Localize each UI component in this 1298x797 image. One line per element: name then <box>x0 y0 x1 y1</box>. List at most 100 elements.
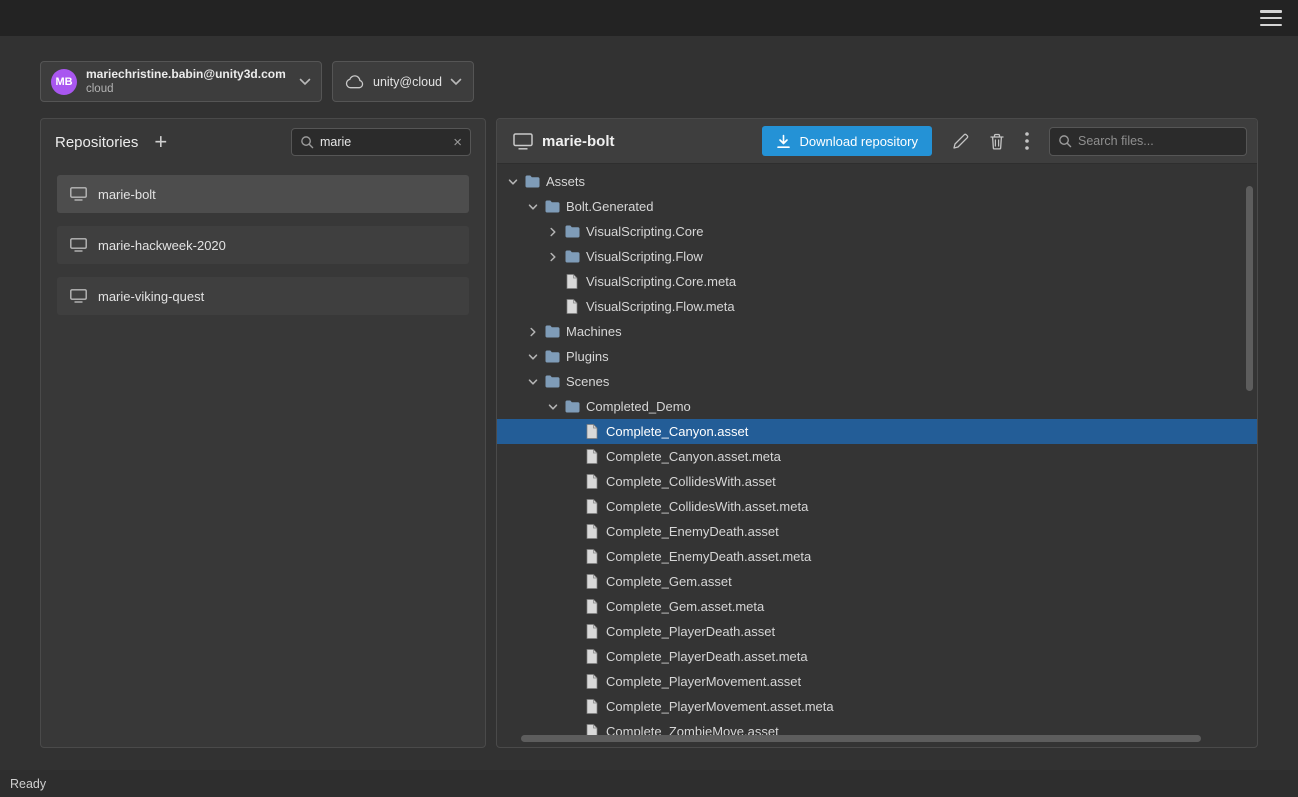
chevron-spacer <box>565 674 581 690</box>
repository-search-input[interactable] <box>320 135 447 149</box>
file-icon <box>583 624 601 639</box>
more-options-icon[interactable] <box>1025 132 1029 150</box>
repo-list-item[interactable]: marie-bolt <box>57 175 469 213</box>
search-icon <box>300 135 314 149</box>
tree-folder-row[interactable]: VisualScripting.Flow <box>497 244 1257 269</box>
chevron-right-icon[interactable] <box>545 249 561 265</box>
folder-icon <box>563 400 581 413</box>
repository-search: × <box>291 128 471 156</box>
account-selector[interactable]: MB mariechristine.babin@unity3d.com clou… <box>40 61 322 102</box>
tree-node-label: Scenes <box>566 374 609 389</box>
tree-folder-row[interactable]: Plugins <box>497 344 1257 369</box>
tree-file-row[interactable]: Complete_PlayerDeath.asset.meta <box>497 644 1257 669</box>
tree-folder-row[interactable]: Machines <box>497 319 1257 344</box>
chevron-spacer <box>565 574 581 590</box>
chevron-spacer <box>545 274 561 290</box>
tree-file-row[interactable]: Complete_Canyon.asset <box>497 419 1257 444</box>
file-icon <box>583 649 601 664</box>
tree-node-label: Complete_PlayerDeath.asset <box>606 624 775 639</box>
repo-name: marie-bolt <box>98 187 156 202</box>
account-texts: mariechristine.babin@unity3d.com cloud <box>86 67 299 96</box>
delete-icon[interactable] <box>989 133 1005 150</box>
organization-selector[interactable]: unity@cloud <box>332 61 474 102</box>
file-icon <box>583 599 601 614</box>
tree-file-row[interactable]: Complete_CollidesWith.asset.meta <box>497 494 1257 519</box>
organization-label: unity@cloud <box>373 75 442 89</box>
chevron-down-icon[interactable] <box>525 199 541 215</box>
tree-file-row[interactable]: Complete_PlayerMovement.asset.meta <box>497 694 1257 719</box>
tree-node-label: Complete_CollidesWith.asset <box>606 474 776 489</box>
repo-name: marie-hackweek-2020 <box>98 238 226 253</box>
repo-list-item[interactable]: marie-viking-quest <box>57 277 469 315</box>
chevron-down-icon[interactable] <box>545 399 561 415</box>
status-bar: Ready <box>0 770 1298 797</box>
monitor-icon <box>513 133 533 150</box>
tree-node-label: Complete_PlayerMovement.asset <box>606 674 801 689</box>
tree-file-row[interactable]: Complete_EnemyDeath.asset <box>497 519 1257 544</box>
tree-folder-row[interactable]: Bolt.Generated <box>497 194 1257 219</box>
tree-file-row[interactable]: Complete_PlayerDeath.asset <box>497 619 1257 644</box>
tree-node-label: VisualScripting.Flow <box>586 249 703 264</box>
tree-node-label: VisualScripting.Core.meta <box>586 274 736 289</box>
clear-search-icon[interactable]: × <box>453 134 462 151</box>
tree-file-row[interactable]: Complete_Gem.asset.meta <box>497 594 1257 619</box>
tree-folder-row[interactable]: Assets <box>497 169 1257 194</box>
account-email: mariechristine.babin@unity3d.com <box>86 67 299 82</box>
repositories-title: Repositories <box>55 134 138 151</box>
tree-folder-row[interactable]: Scenes <box>497 369 1257 394</box>
chevron-spacer <box>565 649 581 665</box>
download-icon <box>776 134 791 149</box>
chevron-down-icon[interactable] <box>525 374 541 390</box>
chevron-down-icon[interactable] <box>525 349 541 365</box>
chevron-right-icon[interactable] <box>525 324 541 340</box>
tree-file-row[interactable]: Complete_PlayerMovement.asset <box>497 669 1257 694</box>
edit-icon[interactable] <box>952 133 969 150</box>
chevron-spacer <box>565 624 581 640</box>
repo-list-item[interactable]: marie-hackweek-2020 <box>57 226 469 264</box>
chevron-spacer <box>565 499 581 515</box>
tree-file-row[interactable]: Complete_CollidesWith.asset <box>497 469 1257 494</box>
file-icon <box>583 449 601 464</box>
download-repository-button[interactable]: Download repository <box>762 126 932 156</box>
chevron-spacer <box>565 449 581 465</box>
tree-folder-row[interactable]: VisualScripting.Core <box>497 219 1257 244</box>
tree-file-row[interactable]: Complete_EnemyDeath.asset.meta <box>497 544 1257 569</box>
tree-folder-row[interactable]: Completed_Demo <box>497 394 1257 419</box>
tree-file-row[interactable]: Complete_Gem.asset <box>497 569 1257 594</box>
monitor-icon <box>70 289 87 303</box>
tree-file-row[interactable]: Complete_Canyon.asset.meta <box>497 444 1257 469</box>
file-icon <box>583 524 601 539</box>
file-search-input[interactable] <box>1078 134 1238 148</box>
add-repository-button[interactable]: + <box>154 131 167 153</box>
folder-icon <box>543 350 561 363</box>
tree-node-label: Complete_Canyon.asset.meta <box>606 449 781 464</box>
download-label: Download repository <box>799 134 918 149</box>
top-bar <box>0 0 1298 36</box>
tree-node-label: Completed_Demo <box>586 399 691 414</box>
tree-file-row[interactable]: VisualScripting.Core.meta <box>497 269 1257 294</box>
hamburger-menu-icon[interactable] <box>1260 10 1282 26</box>
account-type: cloud <box>86 82 299 96</box>
repo-name: marie-viking-quest <box>98 289 204 304</box>
horizontal-scrollbar[interactable] <box>521 735 1201 742</box>
monitor-icon <box>70 187 87 201</box>
tree-node-label: Bolt.Generated <box>566 199 653 214</box>
cloud-icon <box>345 75 365 89</box>
file-icon <box>563 274 581 289</box>
repositories-panel: Repositories + × marie-bolt marie-hackwee… <box>40 118 486 748</box>
file-icon <box>583 474 601 489</box>
tree-file-row[interactable]: VisualScripting.Flow.meta <box>497 294 1257 319</box>
avatar: MB <box>51 69 77 95</box>
vertical-scrollbar[interactable] <box>1246 186 1253 391</box>
chevron-down-icon[interactable] <box>505 174 521 190</box>
tree-node-label: VisualScripting.Core <box>586 224 704 239</box>
tree-node-label: Complete_PlayerDeath.asset.meta <box>606 649 808 664</box>
file-icon <box>583 499 601 514</box>
chevron-right-icon[interactable] <box>545 224 561 240</box>
file-tree: Assets Bolt.Generated VisualScripting.Core… <box>497 164 1257 747</box>
status-text: Ready <box>10 777 46 791</box>
repository-title: marie-bolt <box>542 133 615 150</box>
file-icon <box>583 674 601 689</box>
repository-list: marie-bolt marie-hackweek-2020 marie-vikin… <box>41 165 485 315</box>
tree-node-label: Machines <box>566 324 622 339</box>
